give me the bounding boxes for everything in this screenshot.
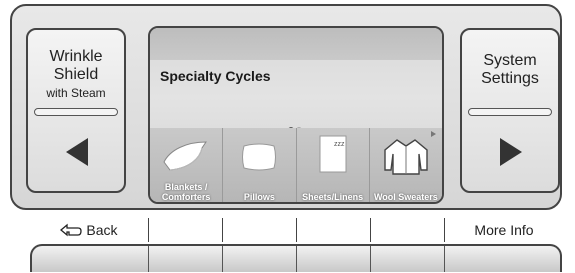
cycle-label: Wool Sweaters bbox=[370, 192, 442, 202]
pillow-icon bbox=[242, 143, 277, 171]
cycle-label-line2: Wool Sweaters bbox=[373, 192, 438, 202]
screen-title: Specialty Cycles bbox=[160, 68, 271, 84]
screen-header-bar bbox=[150, 28, 442, 60]
soft-key-divider bbox=[370, 218, 371, 242]
system-settings-line2: Settings bbox=[481, 70, 539, 87]
cycle-sheets-linens[interactable]: zzz Sheets/Linens bbox=[295, 128, 369, 202]
more-info-key-label[interactable]: More Info bbox=[446, 218, 562, 242]
wrinkle-shield-line3: with Steam bbox=[46, 86, 106, 100]
cycle-blankets-comforters[interactable]: Blankets / Comforters bbox=[150, 128, 223, 202]
soft-key-button-divider bbox=[296, 246, 297, 272]
soft-key-strip: Back More Info bbox=[30, 218, 562, 273]
system-settings-button[interactable]: System Settings bbox=[460, 28, 560, 193]
system-settings-label: System Settings bbox=[462, 52, 558, 88]
cycle-wool-sweaters[interactable]: Wool Sweaters bbox=[368, 128, 442, 202]
cycle-list: Blankets / Comforters Pillows zzz Sheets… bbox=[150, 128, 442, 202]
left-arrow-icon bbox=[66, 138, 88, 166]
cycle-pillows[interactable]: Pillows bbox=[222, 128, 296, 202]
cycle-label-line2: Comforters bbox=[161, 192, 211, 202]
wrinkle-shield-label: Wrinkle Shield with Steam bbox=[28, 48, 124, 102]
sweater-icon bbox=[384, 139, 428, 175]
button-divider bbox=[34, 108, 118, 116]
cycle-label: Sheets/Linens bbox=[297, 192, 369, 202]
back-label: Back bbox=[86, 222, 118, 238]
blanket-icon bbox=[163, 141, 208, 171]
back-arrow-icon bbox=[60, 223, 83, 237]
cycle-label-line1: Blankets / bbox=[164, 182, 208, 192]
sheets-icon: zzz bbox=[319, 135, 347, 173]
system-settings-line1: System bbox=[483, 52, 537, 69]
cycle-label: Pillows bbox=[223, 192, 295, 202]
more-cycles-indicator bbox=[431, 131, 436, 137]
button-divider bbox=[468, 108, 552, 116]
cycle-label-line2: Sheets/Linens bbox=[302, 192, 364, 202]
soft-key-button-divider bbox=[148, 246, 149, 272]
display-screen: Specialty Cycles Blankets / Comforters P… bbox=[148, 26, 444, 204]
soft-key-divider bbox=[296, 218, 297, 242]
soft-key-button-divider bbox=[444, 246, 445, 272]
soft-key-button-divider bbox=[222, 246, 223, 272]
soft-key-divider bbox=[444, 218, 445, 242]
right-arrow-icon bbox=[500, 138, 522, 166]
soft-key-divider bbox=[222, 218, 223, 242]
page-indicator bbox=[288, 120, 304, 133]
wrinkle-shield-line1: Wrinkle bbox=[49, 48, 103, 65]
wrinkle-shield-line2: Shield bbox=[53, 66, 99, 83]
cycle-label-line2: Pillows bbox=[243, 192, 275, 202]
wrinkle-shield-button[interactable]: Wrinkle Shield with Steam bbox=[26, 28, 126, 193]
soft-key-divider bbox=[148, 218, 149, 242]
cycle-label: Blankets / Comforters bbox=[150, 182, 222, 202]
svg-text:zzz: zzz bbox=[334, 141, 345, 148]
back-key-label[interactable]: Back bbox=[30, 218, 148, 242]
soft-key-button-divider bbox=[370, 246, 371, 272]
